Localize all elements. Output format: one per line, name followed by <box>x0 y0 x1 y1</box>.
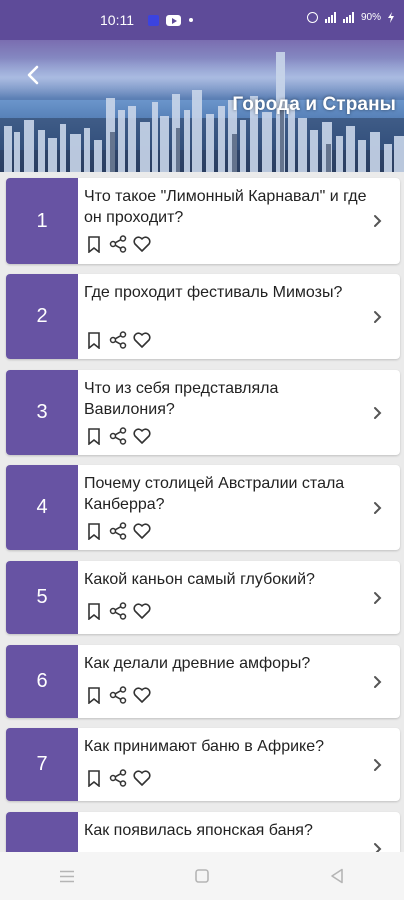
chevron-left-icon <box>27 65 39 85</box>
back-triangle-icon <box>330 868 343 884</box>
item-number: 6 <box>6 645 78 718</box>
item-number: 3 <box>6 370 78 455</box>
share-icon[interactable] <box>108 330 128 350</box>
home-button[interactable] <box>182 856 222 896</box>
list-item[interactable]: 7 Как принимают баню в Африке? <box>6 728 400 801</box>
chevron-right-icon[interactable] <box>368 404 386 422</box>
status-bar: 10:11 90% <box>0 0 404 40</box>
system-nav-bar <box>0 852 404 900</box>
bookmark-icon[interactable] <box>84 426 104 446</box>
list-item[interactable]: 5 Какой каньон самый глубокий? <box>6 561 400 634</box>
chevron-right-icon[interactable] <box>368 756 386 774</box>
heart-icon[interactable] <box>132 426 152 446</box>
share-icon[interactable] <box>108 601 128 621</box>
back-button[interactable] <box>18 60 48 90</box>
item-number: 8 <box>6 812 78 852</box>
item-number: 4 <box>6 465 78 550</box>
heart-icon[interactable] <box>132 521 152 541</box>
heart-icon[interactable] <box>132 330 152 350</box>
bookmark-icon[interactable] <box>84 685 104 705</box>
chevron-right-icon[interactable] <box>368 499 386 517</box>
item-question: Как принимают баню в Африке? <box>84 738 325 755</box>
chevron-right-icon[interactable] <box>368 308 386 326</box>
youtube-icon <box>166 15 181 26</box>
heart-icon[interactable] <box>132 601 152 621</box>
header-banner: Города и Страны <box>0 40 404 172</box>
item-question: Почему столицей Австралии стала Канберра… <box>84 475 345 513</box>
list-item[interactable]: 6 Как делали древние амфоры? <box>6 645 400 718</box>
item-number: 1 <box>6 178 78 264</box>
item-question: Как появилась японская баня? <box>84 822 313 839</box>
heart-icon[interactable] <box>132 768 152 788</box>
recents-button[interactable] <box>47 856 87 896</box>
heart-icon[interactable] <box>132 234 152 254</box>
question-list[interactable]: 1 Что такое "Лимонный Карнавал" и где он… <box>0 172 404 852</box>
list-item[interactable]: 1 Что такое "Лимонный Карнавал" и где он… <box>6 178 400 264</box>
bookmark-icon[interactable] <box>84 601 104 621</box>
chevron-right-icon[interactable] <box>368 673 386 691</box>
menu-lines-icon <box>60 870 75 882</box>
item-number: 2 <box>6 274 78 359</box>
battery-label: 90% <box>360 12 381 23</box>
share-icon[interactable] <box>108 685 128 705</box>
chevron-right-icon[interactable] <box>368 840 386 852</box>
charging-icon <box>388 12 394 23</box>
item-question: Что из себя представляла Вавилония? <box>84 380 279 418</box>
item-number: 7 <box>6 728 78 801</box>
chevron-right-icon[interactable] <box>368 212 386 230</box>
bookmark-icon[interactable] <box>84 234 104 254</box>
list-item[interactable]: 2 Где проходит фестиваль Мимозы? <box>6 274 400 359</box>
dot-icon <box>189 18 193 22</box>
item-number: 5 <box>6 561 78 634</box>
list-item[interactable]: 3 Что из себя представляла Вавилония? <box>6 370 400 455</box>
item-question: Как делали древние амфоры? <box>84 655 311 672</box>
signal-icon-2 <box>342 12 354 23</box>
status-icons: 90% <box>306 12 394 23</box>
bookmark-icon[interactable] <box>84 521 104 541</box>
heart-icon[interactable] <box>132 685 152 705</box>
home-square-icon <box>195 869 209 883</box>
alarm-icon <box>306 12 318 23</box>
share-icon[interactable] <box>108 426 128 446</box>
list-item[interactable]: 4 Почему столицей Австралии стала Канбер… <box>6 465 400 550</box>
item-question: Что такое "Лимонный Карнавал" и где он п… <box>84 188 367 226</box>
bookmark-icon[interactable] <box>84 330 104 350</box>
status-time: 10:11 <box>100 12 134 28</box>
chevron-right-icon[interactable] <box>368 589 386 607</box>
bookmark-icon[interactable] <box>84 768 104 788</box>
page-title: Города и Страны <box>232 94 396 115</box>
share-icon[interactable] <box>108 521 128 541</box>
share-icon[interactable] <box>108 234 128 254</box>
share-icon[interactable] <box>108 768 128 788</box>
list-item[interactable]: 8 Как появилась японская баня? <box>6 812 400 852</box>
item-question: Где проходит фестиваль Мимозы? <box>84 284 343 301</box>
notification-icon <box>148 15 159 26</box>
back-nav-button[interactable] <box>317 856 357 896</box>
item-question: Какой каньон самый глубокий? <box>84 571 315 588</box>
signal-icon <box>324 12 336 23</box>
